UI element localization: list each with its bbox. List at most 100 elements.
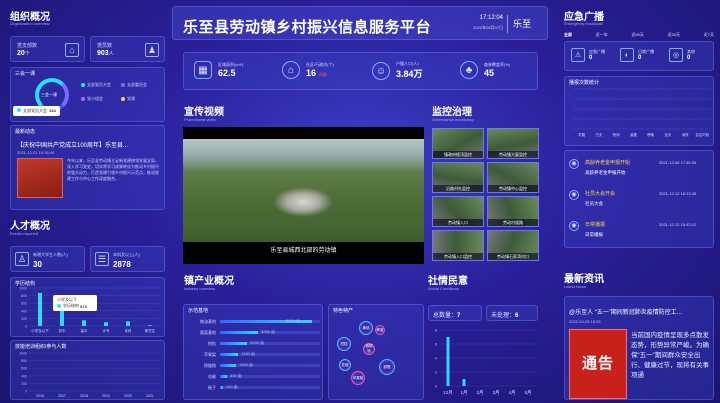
stat-value: 0 bbox=[638, 55, 642, 61]
page-title: 乐至县劳动镇乡村振兴信息服务平台 bbox=[183, 19, 432, 36]
tab-all[interactable]: 全部 bbox=[564, 32, 572, 38]
x-tick-label: 傍晚 bbox=[647, 132, 655, 137]
product-bubble[interactable]: 蜂蜜 bbox=[375, 325, 385, 335]
org-stat-value: 903 bbox=[97, 50, 109, 57]
bar-label: 柚子 bbox=[208, 385, 216, 390]
tab-90d[interactable]: 近90天 bbox=[631, 32, 643, 38]
bar-value: 8500 亩 bbox=[286, 318, 301, 323]
social-pending: 未处理：6 bbox=[486, 305, 538, 321]
monitor-tile[interactable]: 劳动镇入口监控 bbox=[432, 230, 484, 261]
poster-text: 通告 bbox=[581, 355, 614, 372]
kpi-population: ☺ 户籍人口(人) 3.84万 bbox=[372, 61, 423, 80]
latest-headline[interactable]: @乐至人 “五一”期间新冠肺炎疫情防控工... bbox=[569, 307, 713, 316]
base-panel: 示范基地 粮油基地 8500 亩蔬菜基地 3000 亩柑桔 2000 亩苹果梨 1330… bbox=[183, 304, 323, 400]
tab-year[interactable]: 近一年 bbox=[596, 32, 608, 38]
talent-stat-value: 30 bbox=[33, 260, 42, 269]
news-headline[interactable]: 【庆祝中国共产党成立100周年】乐至县... bbox=[17, 140, 163, 149]
broadcast-item[interactable]: ◉ 高龄养老金申报开始 2021-12-08 17:35:25 高龄养老金申报开始 bbox=[567, 155, 713, 183]
alarm-icon: ⚠ bbox=[571, 48, 585, 62]
location-label[interactable]: 乐至 bbox=[513, 17, 531, 30]
tooltip-label: 学历结构 bbox=[63, 303, 79, 308]
social-bar bbox=[446, 337, 450, 386]
monitor-tile[interactable]: 沿路村社监控 bbox=[432, 162, 484, 193]
edu-tooltip: 小学及以下 学历结构 873 bbox=[53, 295, 97, 311]
video-frame bbox=[183, 139, 424, 242]
broadcast-icon: ◉ bbox=[569, 190, 579, 200]
x-tick-label: 大专 bbox=[103, 328, 110, 333]
talent-stat-label: 新增大学生人数(人) bbox=[33, 252, 68, 257]
monitor-tile[interactable]: 劳动村道路 bbox=[487, 196, 539, 227]
y-tick-label: 2 bbox=[435, 370, 438, 375]
monitor-label: 镇政府楼顶监控 bbox=[433, 151, 483, 158]
industry-subtitle: Industry overview bbox=[184, 286, 216, 291]
x-tick-label: 夜间 bbox=[613, 132, 621, 137]
three-meetings-panel: 三会一课 三会一课 支部党员大会 支部委员会 党小组会 党课 支部党员大会 32… bbox=[10, 67, 165, 122]
bar-value: 1330 亩 bbox=[241, 351, 256, 356]
y-tick-label: 800 bbox=[21, 359, 27, 363]
monitor-label: 劳动镇大厦监控 bbox=[488, 151, 538, 158]
divider bbox=[507, 15, 508, 33]
kpi-bar: ▦ 区域面积(km²) 62.5 ⌂ 社区/行政村(个) 16 详细 ☺ 户籍人口(… bbox=[183, 52, 538, 90]
monitor-tile[interactable]: 劳动镇大厦监控 bbox=[487, 128, 539, 159]
social-total: 总数量：7 bbox=[428, 305, 482, 321]
kpi-value: 62.5 bbox=[218, 68, 236, 78]
product-bubble[interactable]: 花椒 bbox=[339, 359, 351, 371]
video-player[interactable]: 乐至县城西北部的劳动镇 bbox=[183, 127, 424, 264]
news-thumbnail bbox=[17, 158, 63, 198]
monitor-label: 劳动镇入口监控 bbox=[433, 253, 483, 260]
monitor-tile[interactable]: 镇政府楼顶监控 bbox=[432, 128, 484, 159]
monitor-label: 劳动镇中心监控 bbox=[488, 185, 538, 192]
broadcast-count-panel: 播报次数统计 早晨 白天 夜间 凌晨 傍晚 全天 深夜 自定时段 bbox=[564, 76, 714, 146]
x-tick-label: 初中 bbox=[59, 328, 66, 333]
monitor-tile[interactable]: 劳动镇入口 bbox=[432, 196, 484, 227]
broadcast-stat: ⚠ 应急广播 0 bbox=[571, 48, 605, 62]
clock-time: 17:12:04 bbox=[479, 15, 503, 21]
emergency-subtitle: Emergency broadcast bbox=[564, 21, 603, 26]
y-tick-label: 0 bbox=[25, 390, 27, 394]
y-tick-label: 600 bbox=[21, 302, 27, 306]
talent-stat-value: 2878 bbox=[113, 260, 131, 269]
monitor-tile[interactable]: 劳动镇石家湾村口 bbox=[487, 230, 539, 261]
product-bubble[interactable]: 黄桃 bbox=[359, 321, 373, 335]
broadcast-item[interactable]: ◉ 社员大会开会 2021-12-12 16:13:45 社员大会 bbox=[567, 186, 713, 214]
org-stat-label: 党员数 bbox=[97, 43, 113, 49]
legend-label: 党课 bbox=[127, 96, 135, 101]
x-tick-label: 2021 bbox=[146, 394, 154, 398]
product-bubble[interactable]: 甜橙 bbox=[379, 359, 395, 375]
kpi-forest: ♣ 森林覆盖率(%) 45 bbox=[460, 61, 510, 79]
x-tick-label: 2018 bbox=[80, 394, 88, 398]
total-label: 总数量： bbox=[433, 313, 458, 319]
tab-30d[interactable]: 近30天 bbox=[668, 32, 680, 38]
y-tick-label: 8 bbox=[435, 328, 438, 333]
product-bubble[interactable]: 猕猴桃 bbox=[363, 343, 375, 355]
x-tick-label: 2017 bbox=[58, 394, 66, 398]
broadcast-stats: ⚠ 应急广播 0 ◐ 日常广播 0 ◎ 其他 0 bbox=[564, 41, 714, 71]
monitor-title: 监控治理 bbox=[432, 107, 472, 118]
training-chart-panel: 技能培训组织/参与人数 1000 800 600 400 200 0 2016 2017 201… bbox=[10, 340, 165, 400]
monitor-tile[interactable]: 劳动镇中心监控 bbox=[487, 162, 539, 193]
special-title: 特色特产 bbox=[333, 308, 354, 314]
broadcast-stat: ◐ 日常广播 0 bbox=[620, 48, 654, 62]
bar-fill bbox=[220, 364, 236, 367]
x-tick-label: 白天 bbox=[595, 132, 603, 137]
org-stat-2: 党员数 903人 ♟ bbox=[90, 36, 165, 62]
tooltip-label: 支部党员大会 bbox=[23, 108, 47, 113]
broadcast-icon: ◉ bbox=[569, 221, 579, 231]
stat-value: 0 bbox=[687, 55, 691, 61]
latest-title: 最新资讯 bbox=[564, 274, 604, 285]
tab-7d[interactable]: 近7天 bbox=[704, 32, 714, 38]
kpi-detail-link[interactable]: 详细 bbox=[319, 72, 327, 77]
product-bubble[interactable]: 苹果梨 bbox=[351, 371, 365, 385]
edu-bar bbox=[38, 292, 42, 326]
latest-date: 2022-04-29 15:35 bbox=[569, 319, 601, 324]
kpi-value: 16 bbox=[306, 68, 317, 78]
y-tick-label: 0 bbox=[435, 384, 438, 389]
x-tick-label: 本科 bbox=[125, 328, 132, 333]
product-bubble[interactable]: 柑桔 bbox=[337, 337, 351, 351]
bar-fill bbox=[220, 342, 247, 345]
broadcast-item[interactable]: ◉ 日常播报 2021-12-12 15:42:12 日常播报 bbox=[567, 217, 713, 245]
special-panel: 特色特产 黄桃 蜂蜜柑桔 猕猴桃 花椒 苹果梨 甜橙 bbox=[328, 304, 424, 400]
news-body: 今年以来，乐至县劳动镇立足新党建统领发展全局，深入学习党史，切实将学习成果转化为… bbox=[67, 158, 159, 181]
x-tick-label: 全天 bbox=[664, 132, 672, 137]
person-icon: ☺ bbox=[372, 61, 390, 80]
